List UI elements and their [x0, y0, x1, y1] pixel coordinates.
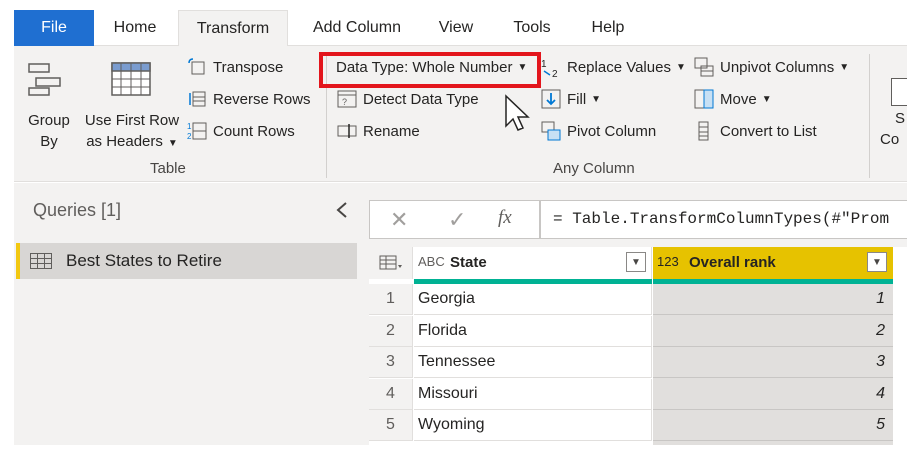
convert-to-list-icon — [698, 121, 709, 141]
table-cell-rank[interactable]: 3 — [653, 347, 893, 378]
column-name: State — [450, 254, 487, 271]
formula-bar-input[interactable]: = Table.TransformColumnTypes(#"Prom — [540, 200, 907, 239]
partial-ribbon-label-2: Co — [880, 131, 900, 148]
fx-icon[interactable]: fx — [498, 207, 512, 229]
table-cell-rank[interactable]: 2 — [653, 316, 893, 347]
data-type-highlight — [319, 52, 541, 88]
queries-pane-title: Queries [1] — [33, 200, 122, 220]
data-grid: ABC State ▼ 123 Overall rank ▼ 1 Georgia 1… — [369, 247, 907, 445]
count-rows-button[interactable]: 12 Count Rows — [187, 121, 295, 141]
replace-values-button[interactable]: 12 Replace Values ▼ — [541, 57, 686, 78]
move-icon — [694, 89, 714, 109]
table-group-label: Table — [150, 160, 186, 177]
use-first-row-label-1: Use First Row — [84, 112, 180, 129]
table-cell-state[interactable]: Tennessee — [414, 347, 652, 378]
chevron-down-icon: ▼ — [761, 93, 772, 105]
unpivot-columns-icon — [694, 57, 714, 77]
table-cell-rank[interactable]: 1 — [653, 284, 893, 315]
tab-tools[interactable]: Tools — [502, 10, 562, 46]
move-button[interactable]: Move ▼ — [694, 89, 772, 109]
pivot-column-button[interactable]: Pivot Column — [541, 121, 656, 141]
column-filter-dropdown-icon[interactable]: ▼ — [626, 252, 646, 272]
count-rows-icon: 12 — [187, 122, 207, 141]
row-index[interactable]: 5 — [369, 410, 413, 441]
table-cell-rank[interactable]: 4 — [653, 379, 893, 410]
group-separator — [869, 54, 870, 178]
ribbon-tabs: File Home Transform Add Column View Tool… — [14, 10, 907, 47]
reverse-rows-button[interactable]: Reverse Rows — [187, 89, 311, 109]
group-by-icon — [28, 63, 61, 96]
whole-number-type-icon: 123 — [657, 254, 679, 269]
unpivot-columns-button[interactable]: Unpivot Columns ▼ — [694, 57, 849, 77]
chevron-down-icon: ▼ — [167, 138, 178, 149]
replace-values-icon: 12 — [541, 59, 558, 77]
use-first-row-label-2: as Headers — [86, 133, 163, 150]
column-name: Overall rank — [689, 254, 776, 271]
svg-text:1: 1 — [541, 59, 547, 70]
convert-to-list-button[interactable]: Convert to List — [694, 121, 817, 141]
row-index[interactable]: 2 — [369, 315, 413, 347]
use-first-row-button[interactable]: Use First Row as Headers ▼ — [82, 58, 182, 158]
svg-text:?: ? — [342, 97, 347, 107]
column-header-overall-rank[interactable]: 123 Overall rank ▼ — [653, 247, 893, 279]
tab-view[interactable]: View — [428, 10, 484, 46]
table-menu-button[interactable] — [369, 247, 413, 279]
tab-transform[interactable]: Transform — [178, 10, 288, 47]
query-item-label: Best States to Retire — [66, 251, 222, 270]
transpose-icon — [188, 58, 205, 75]
detect-data-type-button[interactable]: ? Detect Data Type — [337, 89, 479, 109]
column-header-state[interactable]: ABC State ▼ — [414, 247, 652, 279]
rename-icon — [337, 124, 357, 138]
table-cell-state[interactable]: Missouri — [414, 378, 652, 410]
svg-text:2: 2 — [552, 69, 558, 77]
tab-file[interactable]: File — [14, 10, 94, 46]
chevron-down-icon: ▼ — [591, 93, 602, 105]
table-cell-state[interactable]: Florida — [414, 315, 652, 347]
detect-data-type-icon: ? — [337, 90, 357, 108]
tab-help[interactable]: Help — [580, 10, 636, 46]
tab-home[interactable]: Home — [102, 10, 168, 46]
tab-add-column[interactable]: Add Column — [297, 10, 417, 46]
row-index[interactable]: 3 — [369, 347, 413, 378]
svg-text:1: 1 — [187, 122, 192, 131]
collapse-pane-chevron-icon[interactable] — [335, 200, 349, 225]
chevron-down-icon: ▼ — [839, 61, 850, 73]
column-filter-dropdown-icon[interactable]: ▼ — [867, 252, 887, 272]
reverse-rows-icon — [189, 91, 206, 107]
transpose-button[interactable]: Transpose — [187, 57, 283, 77]
text-type-icon: ABC — [418, 254, 445, 269]
confirm-formula-icon[interactable]: ✓ — [448, 207, 466, 233]
cancel-formula-icon[interactable]: ✕ — [390, 207, 408, 233]
table-cell-state[interactable]: Georgia — [414, 284, 652, 315]
row-index[interactable]: 1 — [369, 284, 413, 315]
rename-button[interactable]: Rename — [337, 121, 420, 141]
any-column-group-label: Any Column — [553, 160, 635, 177]
fill-button[interactable]: Fill ▼ — [541, 89, 601, 109]
partial-ribbon-icon — [891, 78, 907, 106]
pivot-column-icon — [541, 121, 561, 141]
row-index[interactable]: 4 — [369, 378, 413, 410]
formula-buttons: ✕ ✓ fx — [369, 200, 540, 239]
table-icon — [30, 253, 52, 269]
chevron-down-icon: ▼ — [675, 61, 686, 73]
query-item[interactable]: Best States to Retire — [16, 243, 357, 279]
table-cell-rank[interactable]: 5 — [653, 410, 893, 441]
svg-text:2: 2 — [187, 132, 192, 141]
group-by-label-2: By — [40, 133, 58, 150]
group-by-label-1: Group — [28, 112, 70, 129]
partial-ribbon-label-1: S — [895, 110, 906, 127]
table-headers-icon — [111, 62, 151, 96]
mouse-cursor-icon — [505, 94, 530, 131]
table-menu-icon — [379, 255, 402, 270]
table-cell-state[interactable]: Wyoming — [414, 410, 652, 441]
fill-down-icon — [541, 89, 561, 109]
group-by-button[interactable]: Group By — [22, 58, 76, 158]
